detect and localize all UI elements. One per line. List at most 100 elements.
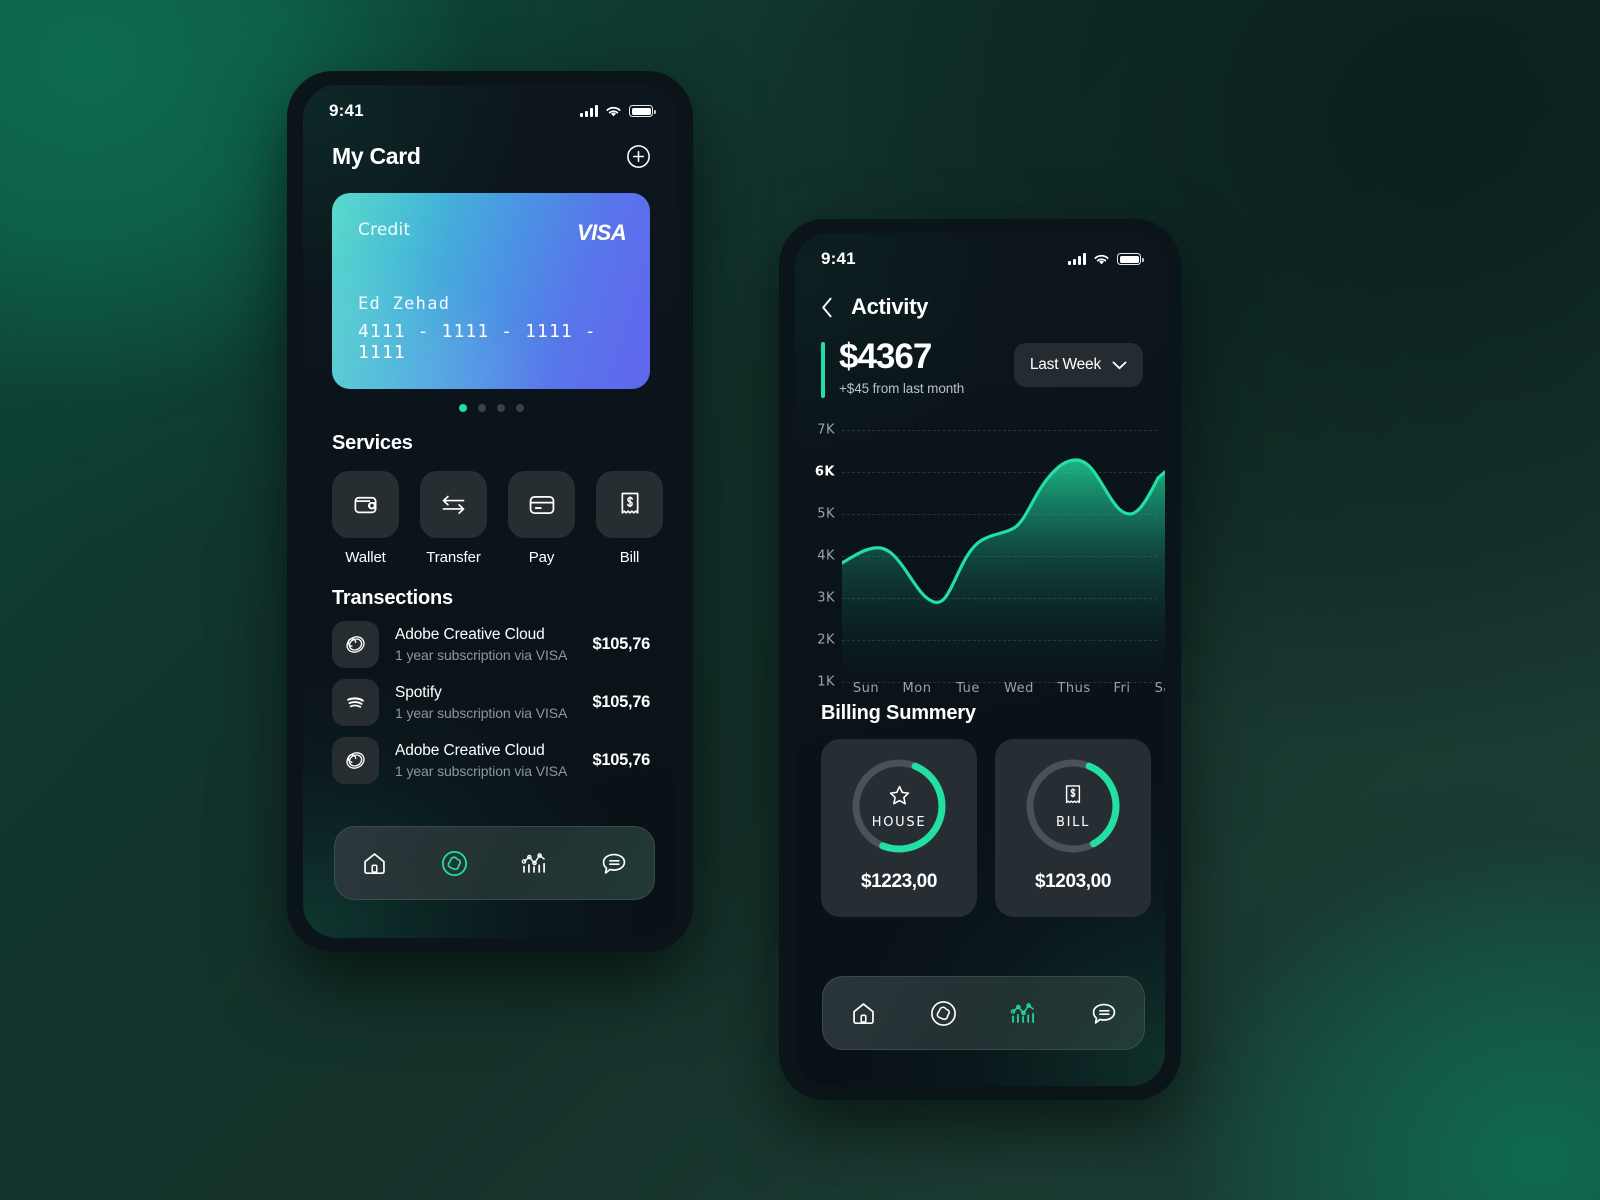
range-dropdown-label: Last Week bbox=[1029, 356, 1101, 373]
service-bill[interactable]: Bill bbox=[596, 471, 663, 566]
service-wallet[interactable]: Wallet bbox=[332, 471, 399, 566]
transaction-sub: 1 year subscription via VISA bbox=[395, 763, 568, 779]
y-tick-label: 3K bbox=[817, 590, 835, 606]
nav-item-home[interactable] bbox=[841, 991, 885, 1035]
summary-row: $4367 +$45 from last month Last Week bbox=[795, 320, 1165, 398]
billing-cards-row: HOUSE $1223,00 BILL $1203,00 bbox=[795, 725, 1165, 917]
chevron-left-icon[interactable] bbox=[821, 297, 833, 318]
transaction-row[interactable]: Adobe Creative Cloud 1 year subscription… bbox=[303, 610, 677, 668]
transfer-arrows-icon bbox=[442, 495, 465, 514]
screen-activity: 9:41 Activity $4367 +$45 from last month… bbox=[795, 233, 1165, 1086]
service-label: Pay bbox=[528, 549, 555, 566]
transaction-name: Spotify bbox=[395, 684, 442, 701]
nav-item-chat[interactable] bbox=[592, 841, 636, 885]
transaction-name: Adobe Creative Cloud bbox=[395, 742, 545, 759]
progress-ring: BILL bbox=[1023, 756, 1123, 856]
card-number: 4111 - 1111 - 1111 - 1111 bbox=[358, 321, 597, 363]
adobe-creative-cloud-icon bbox=[346, 636, 365, 653]
bottom-nav-bar bbox=[334, 826, 655, 900]
transaction-sub: 1 year subscription via VISA bbox=[395, 647, 568, 663]
transaction-amount: $105,76 bbox=[592, 693, 650, 711]
service-icon-box bbox=[332, 471, 399, 538]
carousel-dot[interactable] bbox=[515, 404, 524, 412]
star-icon bbox=[889, 785, 909, 805]
service-label: Bill bbox=[619, 549, 640, 566]
phone-activity: 9:41 Activity $4367 +$45 from last month… bbox=[779, 219, 1181, 1100]
status-bar: 9:41 bbox=[795, 233, 1165, 269]
service-icon-box bbox=[596, 471, 663, 538]
carousel-dots[interactable] bbox=[332, 404, 650, 412]
credit-card[interactable]: Credit VISA Ed Zehad 4111 - 1111 - 1111 … bbox=[332, 193, 650, 389]
services-row: Wallet Transfer Pay Bill bbox=[303, 455, 677, 566]
wifi-icon bbox=[1094, 254, 1109, 264]
billing-amount: $1203,00 bbox=[1034, 871, 1112, 892]
screen-my-card: 9:41 My Card Credit VISA Ed Zehad 4111 -… bbox=[303, 85, 677, 938]
transaction-amount: $105,76 bbox=[592, 635, 650, 653]
my-card-header: My Card bbox=[303, 121, 677, 170]
card-badge-icon bbox=[930, 1000, 956, 1026]
nav-item-card[interactable] bbox=[433, 841, 477, 885]
nav-item-analytics[interactable] bbox=[512, 841, 556, 885]
wifi-icon bbox=[606, 106, 621, 116]
chat-icon bbox=[602, 853, 626, 874]
carousel-dot[interactable] bbox=[477, 404, 486, 412]
ring-label: HOUSE bbox=[871, 814, 927, 830]
transaction-row[interactable]: Adobe Creative Cloud 1 year subscription… bbox=[303, 726, 677, 784]
receipt-dollar-icon bbox=[1065, 784, 1081, 803]
x-tick-label: Sun bbox=[852, 681, 880, 696]
y-tick-label: 7K bbox=[817, 422, 835, 438]
y-tick-label: 2K bbox=[817, 632, 835, 648]
chart-area-fill bbox=[842, 460, 1165, 682]
service-transfer[interactable]: Transfer bbox=[420, 471, 487, 566]
service-pay[interactable]: Pay bbox=[508, 471, 575, 566]
nav-item-home[interactable] bbox=[353, 841, 397, 885]
transaction-row[interactable]: Spotify 1 year subscription via VISA $10… bbox=[303, 668, 677, 726]
x-tick-label: Fri bbox=[1113, 681, 1131, 696]
page-title: My Card bbox=[332, 143, 421, 169]
total-amount: $4367 bbox=[839, 337, 932, 376]
service-icon-box bbox=[508, 471, 575, 538]
transaction-sub: 1 year subscription via VISA bbox=[395, 705, 568, 721]
transaction-icon-box bbox=[332, 621, 379, 668]
chart-plot-area bbox=[842, 458, 1165, 682]
nav-item-card[interactable] bbox=[921, 991, 965, 1035]
spotify-icon bbox=[347, 697, 364, 708]
status-icons bbox=[1068, 253, 1144, 266]
x-tick-label: Mon bbox=[902, 681, 932, 696]
y-tick-label: 4K bbox=[817, 548, 835, 564]
ring-label: BILL bbox=[1055, 814, 1091, 830]
battery-icon bbox=[1117, 253, 1144, 265]
card-holder-name: Ed Zehad bbox=[358, 294, 451, 314]
status-icons bbox=[580, 105, 656, 118]
adobe-creative-cloud-icon bbox=[346, 752, 365, 769]
carousel-dot[interactable] bbox=[458, 404, 467, 412]
range-dropdown[interactable]: Last Week bbox=[1013, 343, 1143, 387]
nav-item-analytics[interactable] bbox=[1002, 991, 1046, 1035]
plus-circle-icon[interactable] bbox=[626, 144, 651, 169]
billing-card-house[interactable]: HOUSE $1223,00 bbox=[821, 739, 977, 917]
billing-amount: $1223,00 bbox=[860, 871, 938, 892]
wallet-icon bbox=[354, 496, 377, 514]
page-title: Activity bbox=[851, 294, 929, 319]
y-tick-label: 5K bbox=[817, 506, 835, 522]
credit-card-icon bbox=[529, 495, 554, 514]
chevron-down-icon bbox=[1112, 361, 1127, 369]
nav-item-chat[interactable] bbox=[1082, 991, 1126, 1035]
credit-card-carousel: Credit VISA Ed Zehad 4111 - 1111 - 1111 … bbox=[303, 170, 677, 412]
carousel-dot[interactable] bbox=[496, 404, 505, 412]
status-bar: 9:41 bbox=[303, 85, 677, 121]
analytics-icon bbox=[521, 852, 545, 873]
billing-summary-title: Billing Summery bbox=[821, 702, 976, 724]
accent-bar bbox=[821, 342, 825, 398]
bottom-nav-bar bbox=[822, 976, 1145, 1050]
transaction-icon-box bbox=[332, 737, 379, 784]
card-type-label: Credit bbox=[358, 220, 411, 240]
status-time: 9:41 bbox=[329, 101, 364, 120]
activity-header: Activity bbox=[795, 269, 1165, 320]
x-tick-label: Thus bbox=[1057, 681, 1091, 696]
service-label: Transfer bbox=[426, 549, 481, 566]
billing-card-bill[interactable]: BILL $1203,00 bbox=[995, 739, 1151, 917]
receipt-dollar-icon bbox=[621, 492, 638, 514]
transactions-title: Transections bbox=[332, 587, 453, 609]
service-label: Wallet bbox=[345, 549, 386, 566]
